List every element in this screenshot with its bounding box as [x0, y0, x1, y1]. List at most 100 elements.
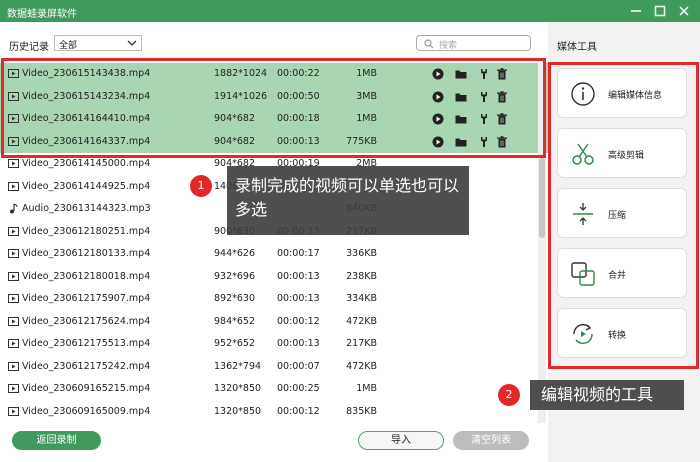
file-duration: 00:00:13: [277, 135, 320, 147]
delete-icon[interactable]: [496, 113, 508, 125]
list-scrollbar[interactable]: [538, 63, 546, 423]
tool-edit-media-info[interactable]: 编辑媒体信息: [557, 68, 687, 118]
file-size: 835KB: [346, 405, 377, 417]
annotation-badge-1: 1: [190, 175, 212, 197]
file-name: Audio_230613144323.mp3: [22, 203, 151, 214]
video-file-icon: [8, 406, 19, 417]
file-duration: 00:00:22: [277, 68, 320, 79]
video-file-icon: [8, 383, 19, 394]
tool-label: 压缩: [608, 211, 627, 221]
history-filter-select[interactable]: 全部: [54, 35, 142, 51]
file-duration: 00:00:07: [277, 360, 320, 372]
file-resolution: 944*626: [214, 248, 256, 259]
minimize-icon[interactable]: [628, 3, 644, 19]
file-row[interactable]: Video_230612175513.mp4 952*652 00:00:13 217…: [0, 333, 548, 356]
file-name: Video_230612175907.mp4: [22, 293, 151, 304]
file-size: 334KB: [346, 293, 377, 304]
file-row[interactable]: Video_230609165215.mp4 1320*850 00:00:25 1M…: [0, 378, 548, 401]
file-duration: 00:00:13: [277, 338, 320, 349]
folder-icon[interactable]: [455, 113, 467, 125]
file-row[interactable]: Video_230612175907.mp4 892*630 00:00:13 334…: [0, 288, 548, 311]
edit-tool-icon[interactable]: [478, 136, 490, 148]
search-icon: [424, 39, 434, 49]
annotation-badge-2: 2: [498, 384, 520, 406]
play-icon[interactable]: [432, 136, 444, 148]
file-size: 238KB: [346, 270, 377, 282]
tool-compress[interactable]: 压缩: [557, 188, 687, 238]
file-name: Video_230615143438.mp4: [22, 68, 151, 79]
title-bar: 数据蛙录屏软件: [0, 0, 700, 22]
file-resolution: 1362*794: [214, 360, 262, 372]
edit-tool-icon[interactable]: [478, 91, 490, 103]
chevron-down-icon: [127, 38, 137, 48]
tool-merge[interactable]: 合并: [557, 248, 687, 298]
video-file-icon: [8, 91, 19, 102]
file-duration: 00:00:13: [277, 293, 320, 304]
video-file-icon: [8, 68, 19, 79]
file-duration: 00:00:12: [277, 405, 320, 417]
file-row[interactable]: Video_230609165009.mp4 1320*850 00:00:12 83…: [0, 401, 548, 424]
tool-label: 转换: [608, 331, 627, 341]
file-name: Video_230612180018.mp4: [22, 270, 151, 282]
video-file-icon: [8, 136, 19, 147]
file-duration: 00:00:25: [277, 383, 320, 394]
close-icon[interactable]: [676, 3, 692, 19]
video-file-icon: [8, 338, 19, 349]
video-file-icon: [8, 113, 19, 124]
delete-icon[interactable]: [496, 135, 508, 148]
play-icon[interactable]: [432, 91, 444, 103]
file-name: Video_230612175513.mp4: [22, 338, 151, 349]
tool-convert[interactable]: 转换: [557, 308, 687, 358]
play-icon[interactable]: [432, 68, 444, 80]
file-size: 472KB: [346, 360, 377, 372]
file-row[interactable]: Video_230615143438.mp4 1882*1024 00:00:22 1…: [0, 63, 548, 86]
file-name: Video_230612175624.mp4: [22, 315, 151, 327]
edit-tool-icon[interactable]: [478, 113, 490, 125]
file-row[interactable]: Video_230614164410.mp4 904*682 00:00:18 1MB: [0, 108, 548, 131]
folder-icon[interactable]: [455, 136, 467, 148]
file-row[interactable]: Video_230612180133.mp4 944*626 00:00:17 336…: [0, 243, 548, 266]
tool-advanced-cut[interactable]: 高级剪辑: [557, 128, 687, 178]
import-button[interactable]: 导入: [358, 431, 444, 450]
tool-label: 高级剪辑: [608, 151, 645, 161]
folder-icon[interactable]: [455, 91, 467, 103]
file-duration: 00:00:50: [277, 90, 320, 102]
file-name: Video_230612180133.mp4: [22, 248, 151, 259]
clear-list-button[interactable]: 清空列表: [453, 431, 529, 450]
video-file-icon: [8, 181, 19, 192]
file-size: 1MB: [356, 68, 377, 79]
file-name: Video_230609165009.mp4: [22, 405, 151, 417]
file-resolution: 1320*850: [214, 405, 262, 417]
file-size: 1MB: [356, 383, 377, 394]
maximize-icon[interactable]: [652, 3, 668, 19]
file-name: Video_230614144925.mp4: [22, 180, 151, 192]
file-resolution: 892*630: [214, 293, 256, 304]
edit-tool-icon[interactable]: [478, 68, 490, 80]
file-duration: 00:00:13: [277, 270, 320, 282]
file-name: Video_230614164410.mp4: [22, 113, 151, 124]
file-row[interactable]: Video_230614164337.mp4 904*682 00:00:13 775…: [0, 130, 548, 153]
file-name: Video_230612180251.mp4: [22, 225, 151, 237]
file-size: 472KB: [346, 315, 377, 327]
annotation-callout-1: 录制完成的视频可以单选也可以多选: [227, 166, 469, 235]
scrollbar-thumb[interactable]: [539, 158, 545, 238]
tool-label: 合并: [608, 271, 627, 281]
file-row[interactable]: Video_230612175624.mp4 984*652 00:00:12 472…: [0, 311, 548, 334]
file-row[interactable]: Video_230612180018.mp4 932*696 00:00:13 238…: [0, 266, 548, 289]
app-title: 数据蛙录屏软件: [7, 9, 77, 20]
file-resolution: 932*696: [214, 270, 256, 282]
file-row[interactable]: Video_230615143234.mp4 1914*1026 00:00:50 3…: [0, 85, 548, 108]
compress-icon: [570, 201, 596, 227]
video-file-icon: [8, 293, 19, 304]
file-resolution: 1882*1024: [214, 68, 268, 79]
file-size: 336KB: [346, 248, 377, 259]
delete-icon[interactable]: [496, 90, 508, 103]
search-input[interactable]: 搜索: [416, 35, 531, 51]
file-list: Video_230615143438.mp4 1882*1024 00:00:22 1…: [0, 63, 548, 423]
folder-icon[interactable]: [455, 68, 467, 80]
play-icon[interactable]: [432, 113, 444, 125]
convert-icon: [570, 321, 596, 347]
back-to-record-button[interactable]: 返回录制: [12, 431, 101, 450]
delete-icon[interactable]: [496, 68, 508, 80]
file-row[interactable]: Video_230612175242.mp4 1362*794 00:00:07 47…: [0, 356, 548, 379]
